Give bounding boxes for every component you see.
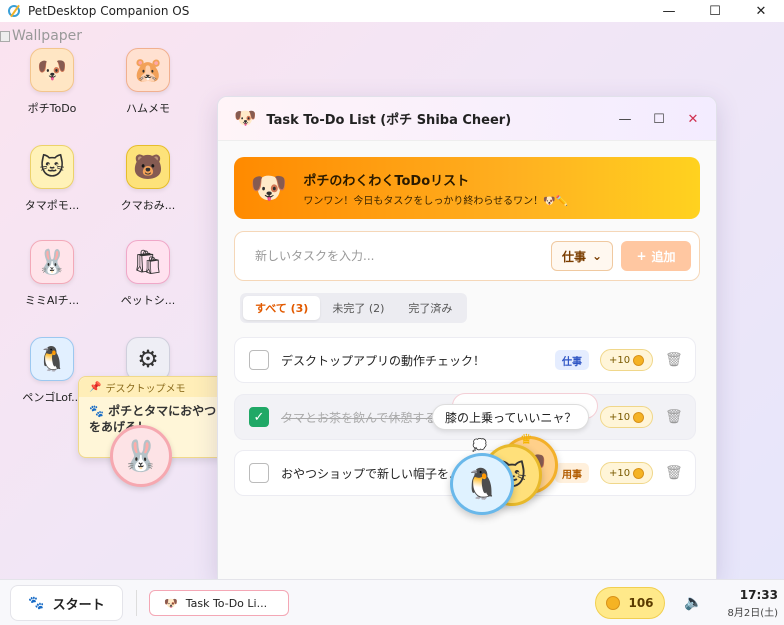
desktop-icon-label: タマポモ... <box>24 199 80 212</box>
task-text: タマとお茶を飲んで休憩する <box>281 410 437 425</box>
task-points: +10 <box>600 406 654 428</box>
window-title-bar: 🐶 Task To-Do List (ポチ Shiba Cheer) — ☐ ✕ <box>218 97 716 141</box>
clock-time: 17:33 <box>739 588 778 602</box>
taskbar: 🐾 スタート 🐶 Task To-Do Li... 106 🔈 17:33 8月… <box>0 579 784 625</box>
new-task-row: 仕事 ⌄ + 追加 <box>234 231 700 281</box>
coin-icon <box>633 354 645 366</box>
memo-header: 📌 デスクトップメモ <box>79 377 227 397</box>
window-controls: — ☐ ✕ <box>610 107 708 131</box>
penguin-pet-avatar[interactable]: 🐧 <box>450 453 514 515</box>
desktop-icon-label: ペンゴLof... <box>22 391 82 404</box>
wallpaper-alt-text: Wallpaper <box>12 28 83 44</box>
taskbar-divider <box>136 590 137 616</box>
os-window-controls: — ☐ ✕ <box>646 0 784 22</box>
pin-icon: 📌 <box>89 381 102 393</box>
desktop-icon[interactable]: 🛍 ペットシ... <box>103 240 193 308</box>
coin-icon <box>633 411 645 423</box>
desktop-icon-label: ミミAIチ... <box>24 294 80 307</box>
speaker-icon[interactable]: 🔈 <box>684 593 703 611</box>
start-label: スタート <box>52 597 105 613</box>
category-selected-label: 仕事 <box>561 249 586 264</box>
memo-header-label: デスクトップメモ <box>105 383 186 395</box>
desktop-icon[interactable]: 🐰 ミミAIチ... <box>7 240 97 308</box>
window-title: Task To-Do List (ポチ Shiba Cheer) <box>266 113 512 128</box>
dog-icon: 🐶 <box>234 108 257 129</box>
start-button[interactable]: 🐾 スタート <box>10 585 123 621</box>
task-text: おやつショップで新しい帽子を... <box>281 466 461 481</box>
new-task-input[interactable] <box>255 249 545 263</box>
os-close-button[interactable]: ✕ <box>738 0 784 22</box>
coin-icon <box>606 596 621 610</box>
task-points: +10 <box>600 462 654 484</box>
bear-icon: 🐻 <box>126 145 170 189</box>
taskbar-clock[interactable]: 17:33 8月2日(土) <box>722 588 778 619</box>
filter-tabs: すべて (3) 未完了 (2) 完了済み <box>240 293 468 323</box>
points-value: +10 <box>609 467 631 479</box>
desktop-icon[interactable]: 🐱 タマポモ... <box>7 145 97 213</box>
chevron-down-icon: ⌄ <box>591 249 603 263</box>
desktop-icon-label: ポチToDo <box>27 102 77 115</box>
rabbit-icon: 🐰 <box>30 240 74 284</box>
tab-all[interactable]: すべて (3) <box>243 296 321 320</box>
app-logo-icon <box>8 5 20 17</box>
rabbit-pet-avatar[interactable]: 🐰 <box>110 425 172 487</box>
trash-icon[interactable]: 🗑 <box>665 409 683 425</box>
taskbar-app-todo[interactable]: 🐶 Task To-Do Li... <box>149 590 289 616</box>
dog-icon: 🐶 <box>30 48 74 92</box>
desktop-icon-label: ハムメモ <box>126 102 170 115</box>
os-title-bar: PetDesktop Companion OS — ☐ ✕ <box>0 0 784 22</box>
taskbar-app-label: Task To-Do Li... <box>185 596 268 610</box>
trash-icon[interactable]: 🗑 <box>665 465 683 481</box>
dog-icon: 🐶 <box>164 596 178 610</box>
task-tag: 仕事 <box>555 350 589 370</box>
banner-subtitle: ワンワン！今日もタスクをしっかり終わらせるワン！🐶✏️ <box>303 195 569 207</box>
task-checkbox[interactable]: ✓ <box>249 407 269 427</box>
os-minimize-button[interactable]: — <box>646 0 692 22</box>
cat-icon: 🐱 <box>30 145 74 189</box>
hamster-icon: 🐹 <box>126 48 170 92</box>
crown-icon: ♛ <box>520 432 533 448</box>
broken-image-icon <box>0 30 10 42</box>
task-checkbox[interactable] <box>249 350 269 370</box>
window-close-button[interactable]: ✕ <box>678 107 708 131</box>
plus-icon: + <box>636 249 647 263</box>
points-value: +10 <box>609 411 631 423</box>
coin-balance[interactable]: 106 <box>595 587 665 619</box>
task-checkbox[interactable] <box>249 463 269 483</box>
coin-icon <box>633 467 645 479</box>
pet-speech-bubble: 膝の上乗っていいニャ？ <box>432 404 590 430</box>
task-tag: 用事 <box>555 463 589 483</box>
dog-icon: 🐶 <box>250 170 288 206</box>
paw-icon: 🐾 <box>28 595 45 611</box>
shopping-bag-icon: 🛍 <box>126 240 170 284</box>
clock-date: 8月2日(土) <box>727 608 778 619</box>
category-select[interactable]: 仕事 ⌄ <box>551 241 613 271</box>
coin-count: 106 <box>628 596 654 610</box>
add-task-button[interactable]: + 追加 <box>621 241 691 271</box>
window-maximize-button[interactable]: ☐ <box>644 107 674 131</box>
desktop-icon-label: クマおみ... <box>120 199 176 212</box>
todo-banner: 🐶 ポチのわくわくToDoリスト ワンワン！今日もタスクをしっかり終わらせるワン… <box>234 157 700 219</box>
tab-incomplete[interactable]: 未完了 (2) <box>320 296 396 320</box>
os-maximize-button[interactable]: ☐ <box>692 0 738 22</box>
points-value: +10 <box>609 354 631 366</box>
thought-icon: 💭 <box>472 438 487 452</box>
os-title: PetDesktop Companion OS <box>28 4 190 18</box>
desktop-icon[interactable]: 🐹 ハムメモ <box>103 48 193 116</box>
window-minimize-button[interactable]: — <box>610 107 640 131</box>
task-points: +10 <box>600 349 654 371</box>
trash-icon[interactable]: 🗑 <box>665 352 683 368</box>
gear-icon: ⚙ <box>126 337 170 381</box>
task-row: デスクトップアプリの動作チェック！ 仕事 +10 🗑 <box>234 337 696 383</box>
desktop-icon[interactable]: 🐶 ポチToDo <box>7 48 97 116</box>
desktop-icon-label: ペットシ... <box>120 294 176 307</box>
wallpaper-broken-image: Wallpaper <box>0 28 82 44</box>
penguin-icon: 🐧 <box>30 337 74 381</box>
desktop-icon[interactable]: 🐻 クマおみ... <box>103 145 193 213</box>
task-text: デスクトップアプリの動作チェック！ <box>281 353 486 368</box>
banner-title: ポチのわくわくToDoリスト <box>303 173 470 189</box>
tab-completed[interactable]: 完了済み <box>396 296 464 320</box>
add-task-label: 追加 <box>651 249 676 264</box>
